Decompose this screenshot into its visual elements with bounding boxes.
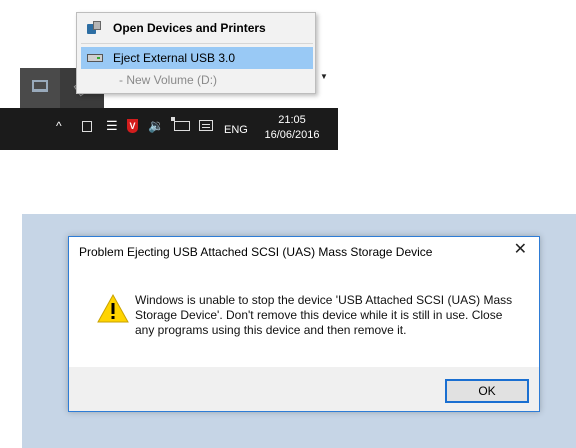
clock-date: 16/06/2016 xyxy=(264,129,320,141)
usb-tray-icon[interactable] xyxy=(171,117,190,131)
taskbar-clock[interactable]: 21:05 16/06/2016 xyxy=(262,113,322,143)
dialog-title: Problem Ejecting USB Attached SCSI (UAS)… xyxy=(79,245,433,259)
menu-item-eject-usb[interactable]: Eject External USB 3.0 xyxy=(81,47,313,69)
wifi-icon[interactable]: ☰ xyxy=(106,118,118,134)
overflow-item-laptop[interactable] xyxy=(20,68,60,108)
eject-error-dialog: Problem Ejecting USB Attached SCSI (UAS)… xyxy=(68,236,540,412)
menu-item-open-devices[interactable]: Open Devices and Printers xyxy=(81,17,313,39)
menu-separator xyxy=(81,43,313,44)
show-hidden-icons-chevron-icon[interactable]: ^ xyxy=(56,118,62,134)
input-language-indicator[interactable]: ENG xyxy=(224,124,248,136)
close-icon[interactable]: ✕ xyxy=(514,242,527,258)
devices-printers-icon xyxy=(87,21,101,34)
ok-button[interactable]: OK xyxy=(445,379,529,403)
dialog-footer: OK xyxy=(69,367,539,411)
menu-item-label: Open Devices and Printers xyxy=(113,21,266,35)
usb-drive-icon xyxy=(87,54,103,62)
volume-icon[interactable]: 🔉 xyxy=(148,118,164,134)
menu-item-label: Eject External USB 3.0 xyxy=(113,51,236,65)
action-center-icon[interactable] xyxy=(199,120,213,131)
laptop-icon xyxy=(32,80,48,92)
eject-context-menu: Open Devices and Printers Eject External… xyxy=(76,12,316,94)
taskbar-crop: Open Devices and Printers Eject External… xyxy=(0,0,338,150)
menu-item-label: - New Volume (D:) xyxy=(119,73,218,87)
dialog-message: Windows is unable to stop the device 'US… xyxy=(135,293,513,337)
clock-time: 21:05 xyxy=(278,114,306,126)
tray-window-icon[interactable] xyxy=(82,121,92,132)
antivirus-shield-icon[interactable]: V xyxy=(127,119,138,133)
menu-scroll-down-icon[interactable]: ▼ xyxy=(320,72,328,81)
menu-item-volume: - New Volume (D:) xyxy=(81,69,313,91)
warning-icon xyxy=(97,293,129,323)
